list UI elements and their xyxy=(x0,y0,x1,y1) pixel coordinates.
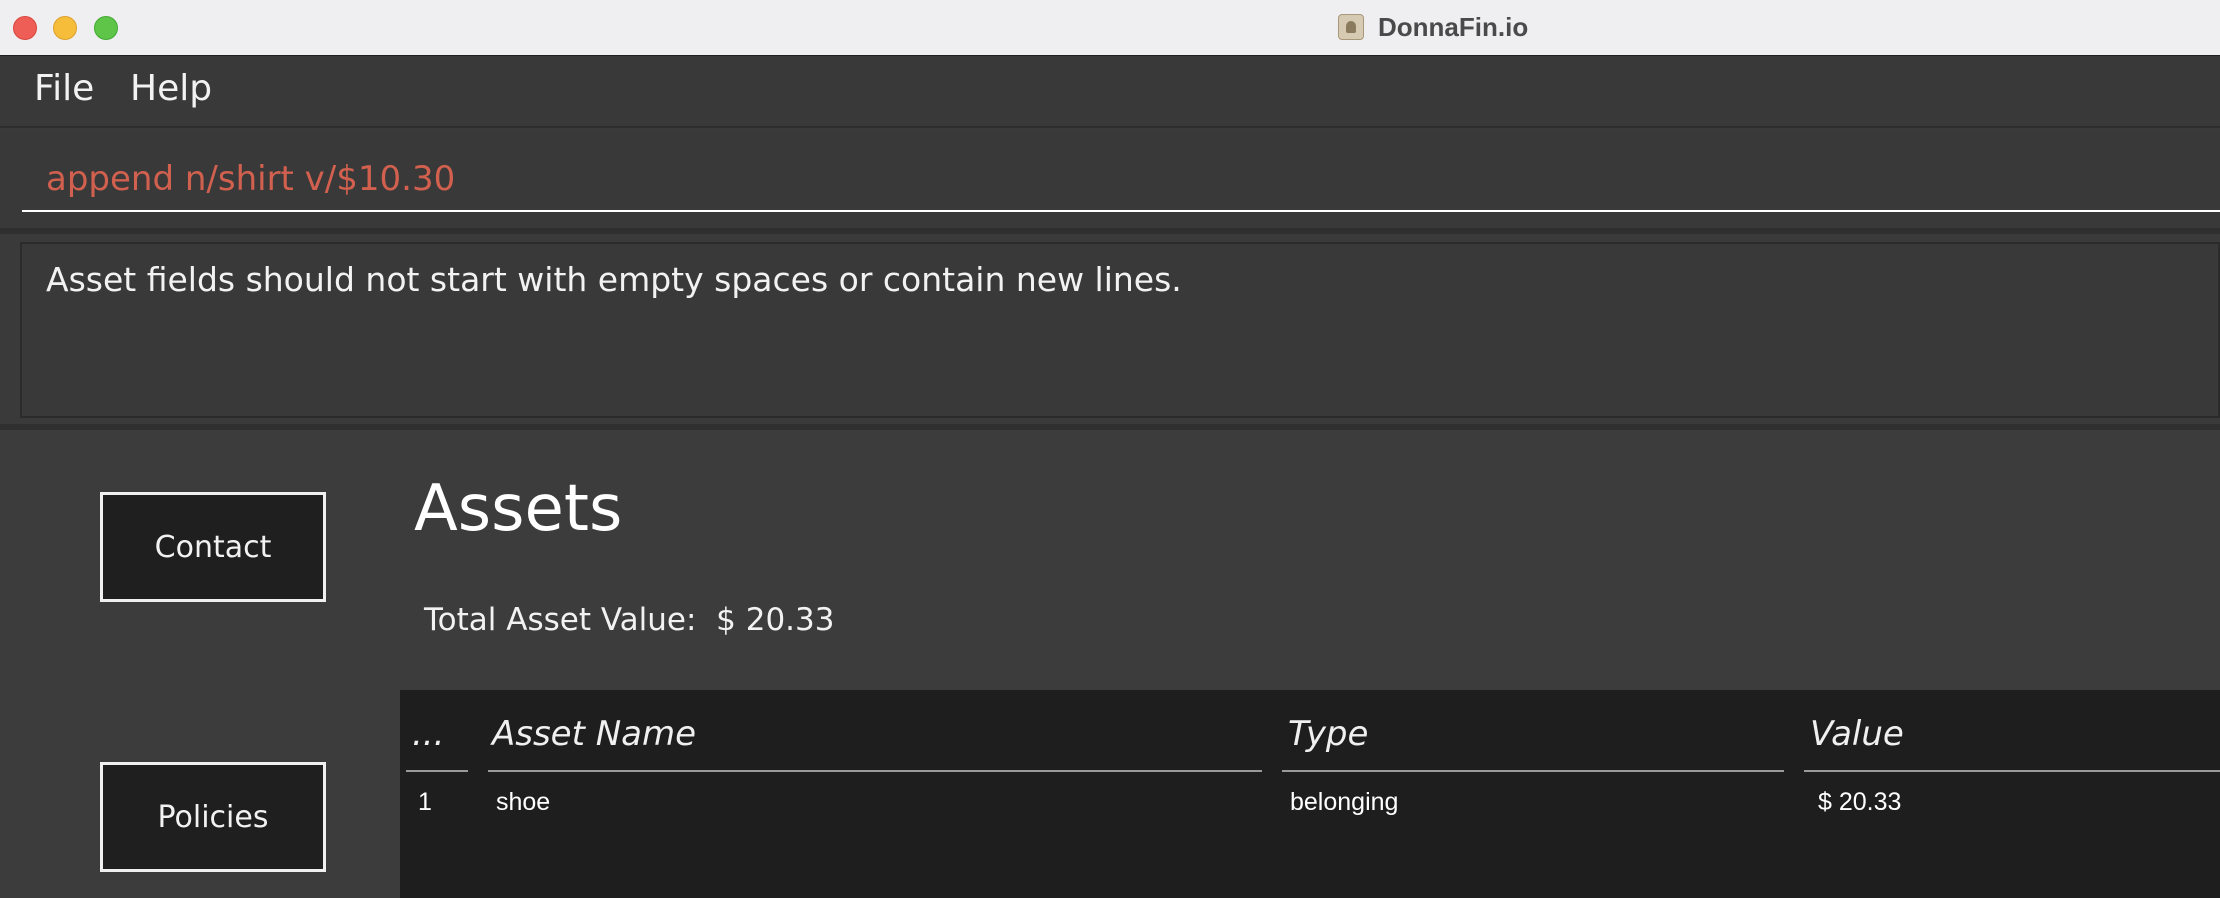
table-cell-index: 1 xyxy=(418,788,432,816)
main-panel: Contact Policies Assets Total Asset Valu… xyxy=(0,430,2220,898)
assets-table: ... Asset Name Type Value 1 shoe belongi… xyxy=(400,690,2220,898)
minimize-window-button[interactable] xyxy=(53,16,77,40)
header-underline xyxy=(1804,770,2220,772)
menu-file[interactable]: File xyxy=(34,68,94,109)
window-titlebar: DonnaFin.io xyxy=(0,0,2220,56)
column-header-index[interactable]: ... xyxy=(412,714,444,754)
table-cell-value: $ 20.33 xyxy=(1818,788,1902,816)
table-cell-type: belonging xyxy=(1290,788,1399,816)
total-asset-amount: $ 20.33 xyxy=(716,602,835,638)
page-title: Assets xyxy=(414,472,623,546)
app-icon xyxy=(1338,14,1364,40)
contact-tab-button[interactable]: Contact xyxy=(100,492,326,602)
column-header-type[interactable]: Type xyxy=(1288,714,1368,754)
maximize-window-button[interactable] xyxy=(94,16,118,40)
menu-help[interactable]: Help xyxy=(130,68,212,109)
header-underline xyxy=(406,770,468,772)
column-header-value[interactable]: Value xyxy=(1810,714,1904,754)
header-underline xyxy=(1282,770,1784,772)
command-box xyxy=(0,130,2220,228)
result-message: Asset fields should not start with empty… xyxy=(46,260,1182,299)
header-underline xyxy=(488,770,1262,772)
close-window-button[interactable] xyxy=(13,16,37,40)
policies-tab-button[interactable]: Policies xyxy=(100,762,326,872)
total-asset-label: Total Asset Value: xyxy=(424,602,697,638)
column-header-asset-name[interactable]: Asset Name xyxy=(492,714,696,754)
window-title: DonnaFin.io xyxy=(1378,11,1529,42)
menu-bar: File Help xyxy=(0,56,2220,128)
command-input[interactable] xyxy=(22,148,2220,212)
table-cell-asset-name: shoe xyxy=(496,788,551,816)
result-display: Asset fields should not start with empty… xyxy=(20,242,2220,418)
window-title-group: DonnaFin.io xyxy=(1338,10,1528,44)
total-asset-value: Total Asset Value: $ 20.33 xyxy=(424,602,834,638)
divider xyxy=(0,228,2220,234)
